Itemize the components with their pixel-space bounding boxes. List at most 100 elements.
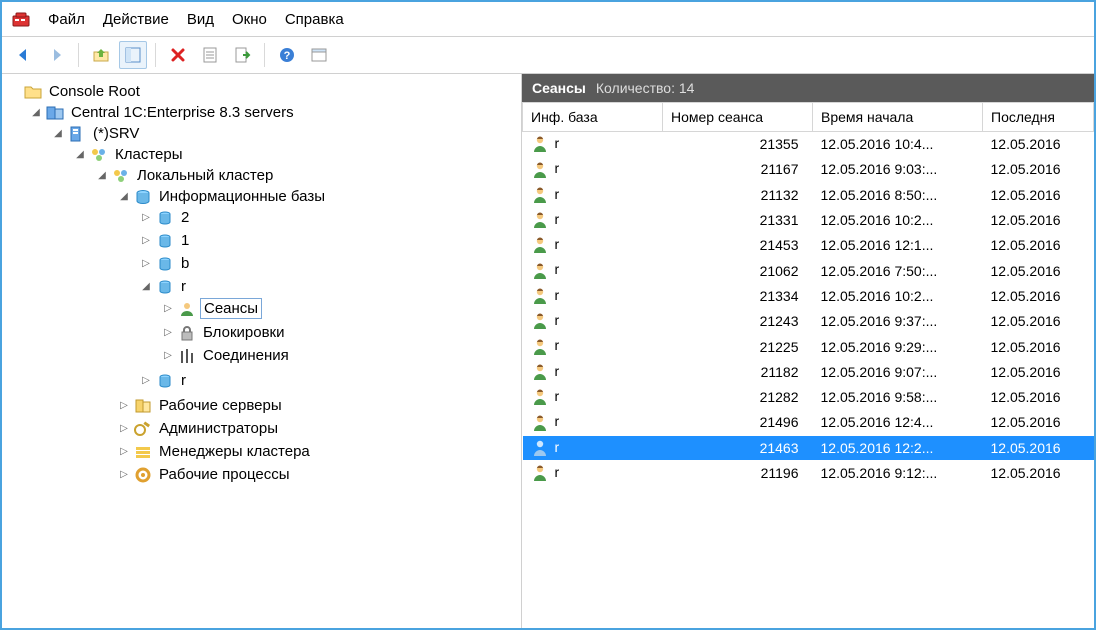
- toolbar: ?: [2, 37, 1094, 74]
- expand-icon[interactable]: ▷: [118, 423, 130, 435]
- tree-infobase[interactable]: ◢r▷Сеансы▷Блокировки▷Соединения: [140, 275, 517, 369]
- tree-servers[interactable]: ◢ Central 1C:Enterprise 8.3 servers ◢ (*: [30, 101, 517, 494]
- col-start-time[interactable]: Время начала: [813, 103, 983, 132]
- export-button[interactable]: [228, 41, 256, 69]
- expand-icon[interactable]: ▷: [140, 375, 152, 387]
- expand-icon[interactable]: ▷: [162, 303, 174, 315]
- expand-icon[interactable]: [8, 86, 20, 98]
- tree-locks[interactable]: ▷Блокировки: [162, 321, 517, 344]
- tree-srv[interactable]: ◢ (*)SRV ◢: [52, 122, 517, 492]
- tree-label: b: [178, 254, 192, 273]
- table-row[interactable]: r2133412.05.2016 10:2...12.05.2016: [523, 283, 1094, 308]
- menu-view[interactable]: Вид: [187, 11, 214, 28]
- expand-icon[interactable]: ▷: [118, 446, 130, 458]
- table-row[interactable]: r2113212.05.2016 8:50:...12.05.2016: [523, 182, 1094, 207]
- list-scroll[interactable]: Инф. база Номер сеанса Время начала Посл…: [522, 102, 1094, 630]
- tree-cluster-managers[interactable]: ▷ Менеджеры кластера: [118, 440, 517, 463]
- tree-local-cluster[interactable]: ◢ Локальный кластер: [96, 164, 517, 488]
- cell-start: 12.05.2016 9:12:...: [813, 460, 983, 485]
- cell-start: 12.05.2016 12:4...: [813, 410, 983, 435]
- tree-sessions[interactable]: ▷Сеансы: [162, 296, 517, 321]
- expand-icon[interactable]: ▷: [162, 327, 174, 339]
- table-row[interactable]: r2116712.05.2016 9:03:...12.05.2016: [523, 157, 1094, 182]
- cell-infobase: r: [523, 182, 663, 207]
- table-row[interactable]: r2145312.05.2016 12:1...12.05.2016: [523, 233, 1094, 258]
- tree-label: Информационные базы: [156, 187, 328, 206]
- table-row[interactable]: r2106212.05.2016 7:50:...12.05.2016: [523, 258, 1094, 283]
- user-icon: [531, 287, 551, 305]
- collapse-icon[interactable]: ◢: [74, 149, 86, 161]
- nav-forward-button[interactable]: [42, 41, 70, 69]
- tree-infobase[interactable]: ▷b: [140, 252, 517, 275]
- tree-label: Локальный кластер: [134, 166, 276, 185]
- cell-last: 12.05.2016: [983, 258, 1094, 283]
- tree-work-servers[interactable]: ▷ Рабочие серверы: [118, 394, 517, 417]
- table-row[interactable]: r2128212.05.2016 9:58:...12.05.2016: [523, 384, 1094, 409]
- nav-back-button[interactable]: [10, 41, 38, 69]
- table-row[interactable]: r2124312.05.2016 9:37:...12.05.2016: [523, 309, 1094, 334]
- cell-start: 12.05.2016 7:50:...: [813, 258, 983, 283]
- properties-button[interactable]: [196, 41, 224, 69]
- cell-last: 12.05.2016: [983, 309, 1094, 334]
- table-row[interactable]: r2149612.05.2016 12:4...12.05.2016: [523, 410, 1094, 435]
- expand-icon[interactable]: ▷: [140, 258, 152, 270]
- user-icon: [531, 363, 551, 381]
- cell-infobase: r: [523, 384, 663, 409]
- tree-infobase[interactable]: ▷1: [140, 229, 517, 252]
- menu-help[interactable]: Справка: [285, 11, 344, 28]
- col-session-num[interactable]: Номер сеанса: [663, 103, 813, 132]
- cell-start: 12.05.2016 10:2...: [813, 207, 983, 232]
- collapse-icon[interactable]: ◢: [118, 191, 130, 203]
- table-row[interactable]: r2122512.05.2016 9:29:...12.05.2016: [523, 334, 1094, 359]
- tree-console-root[interactable]: Console Root ◢ Central 1C:Enterprise 8.3…: [8, 80, 517, 496]
- collapse-icon[interactable]: ◢: [140, 281, 152, 293]
- col-last[interactable]: Последня: [983, 103, 1094, 132]
- tree-admins[interactable]: ▷ Администраторы: [118, 417, 517, 440]
- show-tree-button[interactable]: [119, 41, 147, 69]
- expand-icon[interactable]: ▷: [140, 235, 152, 247]
- folder-icon: [24, 83, 42, 101]
- database-icon: [156, 278, 174, 296]
- user-icon: [531, 236, 551, 254]
- collapse-icon[interactable]: ◢: [30, 107, 42, 119]
- expand-icon[interactable]: ▷: [140, 212, 152, 224]
- cell-session-num: 21167: [663, 157, 813, 182]
- cell-last: 12.05.2016: [983, 334, 1094, 359]
- app-window: Файл Действие Вид Окно Справка ?: [0, 0, 1096, 630]
- toolbar-separator-3: [264, 43, 265, 67]
- tree-infobase[interactable]: ▷2: [140, 206, 517, 229]
- menu-window[interactable]: Окно: [232, 11, 267, 28]
- tree-connections[interactable]: ▷ Соединения: [162, 344, 517, 367]
- table-row[interactable]: r2118212.05.2016 9:07:...12.05.2016: [523, 359, 1094, 384]
- tree-work-processes[interactable]: ▷ Рабочие процессы: [118, 463, 517, 486]
- expand-icon[interactable]: ▷: [162, 350, 174, 362]
- col-infobase[interactable]: Инф. база: [523, 103, 663, 132]
- tree-label: Соединения: [200, 346, 292, 365]
- tree-infobase[interactable]: ▷r: [140, 369, 517, 392]
- table-row[interactable]: r2133112.05.2016 10:2...12.05.2016: [523, 207, 1094, 232]
- collapse-icon[interactable]: ◢: [52, 128, 64, 140]
- cell-start: 12.05.2016 10:4...: [813, 132, 983, 157]
- user-icon: [531, 388, 551, 406]
- menu-action[interactable]: Действие: [103, 11, 169, 28]
- cell-infobase: r: [523, 283, 663, 308]
- expand-icon[interactable]: ▷: [118, 400, 130, 412]
- expand-icon[interactable]: ▷: [118, 469, 130, 481]
- up-level-button[interactable]: [87, 41, 115, 69]
- help-button[interactable]: ?: [273, 41, 301, 69]
- list-pane: Сеансы Количество: 14 Инф. база Номер се…: [522, 74, 1094, 630]
- tree-clusters[interactable]: ◢ Кластеры ◢: [74, 143, 517, 490]
- extra-button[interactable]: [305, 41, 333, 69]
- cell-last: 12.05.2016: [983, 460, 1094, 485]
- delete-button[interactable]: [164, 41, 192, 69]
- table-row[interactable]: r2146312.05.2016 12:2...12.05.2016: [523, 435, 1094, 460]
- tree-pane[interactable]: Console Root ◢ Central 1C:Enterprise 8.3…: [2, 74, 522, 630]
- cell-last: 12.05.2016: [983, 157, 1094, 182]
- table-row[interactable]: r2135512.05.2016 10:4...12.05.2016: [523, 132, 1094, 157]
- table-row[interactable]: r2119612.05.2016 9:12:...12.05.2016: [523, 460, 1094, 485]
- menu-file[interactable]: Файл: [48, 11, 85, 28]
- cell-infobase: r: [523, 309, 663, 334]
- tree-infobases[interactable]: ◢ Информационные базы ▷2▷1▷b◢r▷Сеансы▷Бл…: [118, 185, 517, 394]
- cell-infobase: r: [523, 410, 663, 435]
- collapse-icon[interactable]: ◢: [96, 170, 108, 182]
